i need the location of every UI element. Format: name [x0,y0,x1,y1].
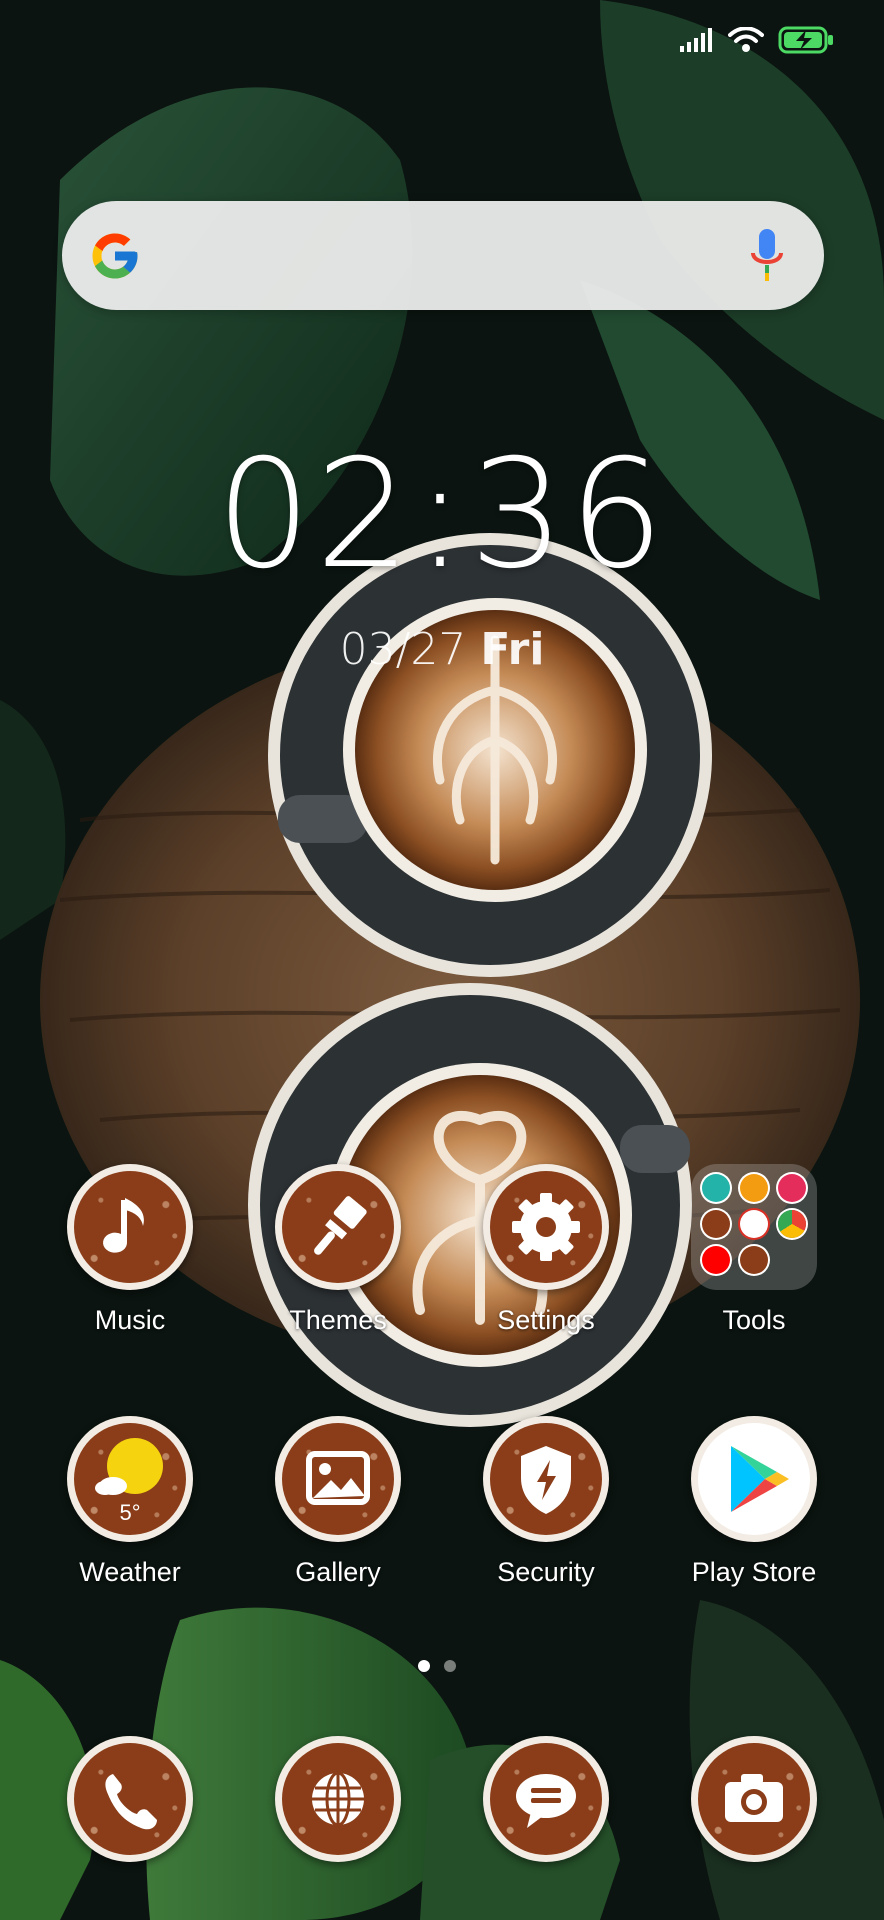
google-search-bar[interactable] [62,201,824,310]
app-themes[interactable]: Themes [238,1164,438,1336]
page-dot-active [418,1660,430,1672]
play-store-icon [731,1446,789,1512]
battery-charging-icon [778,26,833,54]
camera-app-icon [691,1736,817,1862]
dock-camera[interactable] [654,1736,854,1862]
messages-icon [516,1774,576,1828]
status-bar [0,0,884,82]
app-play-store[interactable]: Play Store [654,1416,854,1588]
app-music[interactable]: Music [30,1164,230,1336]
folder-icon [691,1164,817,1290]
app-label-weather: Weather [79,1557,181,1587]
clock-time[interactable]: 02:36 [0,440,884,590]
wifi-icon [728,27,764,52]
messages-app-icon [483,1736,609,1862]
chrome-icon [778,1210,806,1238]
google-logo-icon [92,233,138,279]
dock-browser[interactable] [238,1736,438,1862]
play-movies-icon [778,1174,806,1202]
page-dot [444,1660,456,1672]
play-store-app-icon [691,1416,817,1542]
music-note-icon [103,1198,144,1253]
date-text: 03/27 [339,624,467,675]
weather-app-icon: 5° [67,1416,193,1542]
page-indicator [418,1660,456,1672]
screen-recorder-icon [740,1246,768,1274]
browser-globe-icon [312,1771,364,1827]
paintbrush-icon [314,1196,367,1255]
gmail-icon [740,1210,768,1238]
app-label-music: Music [94,1305,166,1335]
music-app-icon [67,1164,193,1290]
image-icon [306,1451,370,1505]
phone-icon [105,1774,157,1830]
scanner-icon [702,1174,730,1202]
browser-app-icon [275,1736,401,1862]
app-label-themes: Themes [289,1305,387,1335]
day-text: Fri [480,624,545,675]
app-label-settings: Settings [497,1305,595,1335]
cellular-signal-icon [680,28,712,52]
shield-bolt-icon [521,1446,571,1514]
security-app-icon [483,1416,609,1542]
app-security[interactable]: Security [446,1416,646,1588]
play-games-icon [740,1174,768,1202]
clock-date[interactable]: 03/27 Fri [0,624,884,676]
app-label-play-store: Play Store [691,1557,817,1587]
app-settings[interactable]: Settings [446,1164,646,1336]
gear-icon [512,1193,580,1261]
camera-icon [725,1774,783,1822]
themes-app-icon [275,1164,401,1290]
app-label-security: Security [497,1557,595,1587]
settings-app-icon [483,1164,609,1290]
folder-tools[interactable]: Tools [654,1164,854,1336]
dock-messages[interactable] [446,1736,646,1862]
app-weather[interactable]: 5° Weather [30,1416,230,1588]
contacts-icon [702,1210,730,1238]
folder-label-tools: Tools [722,1305,786,1335]
weather-temperature: 5° [119,1500,141,1525]
app-label-gallery: Gallery [295,1557,381,1587]
app-gallery[interactable]: Gallery [238,1416,438,1588]
dock-phone[interactable] [30,1736,230,1862]
voice-search-mic-icon[interactable] [750,229,784,283]
phone-app-icon [67,1736,193,1862]
gallery-app-icon [275,1416,401,1542]
youtube-icon [702,1246,730,1274]
